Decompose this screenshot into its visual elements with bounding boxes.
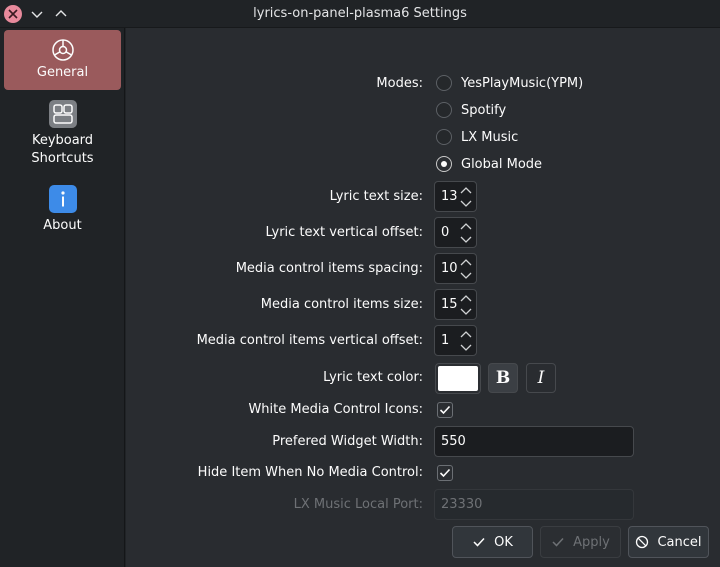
checkmark-icon bbox=[439, 468, 451, 478]
radio-button[interactable] bbox=[436, 156, 452, 172]
settings-panel: Modes: YesPlayMusic(YPM) Spotify LX Musi… bbox=[126, 28, 720, 567]
sidebar-item-general[interactable]: General bbox=[4, 30, 121, 90]
lyric-text-vertical-offset-spinbox[interactable]: 0 bbox=[434, 217, 477, 248]
prefered-widget-width-label: Prefered Widget Width: bbox=[272, 434, 423, 449]
lyric-text-color-button[interactable] bbox=[435, 363, 481, 394]
mode-radio-global-mode[interactable]: Global Mode bbox=[436, 156, 542, 172]
spin-arrows-icon[interactable] bbox=[460, 186, 472, 208]
hide-item-when-no-media-control-label: Hide Item When No Media Control: bbox=[197, 465, 423, 480]
modes-label: Modes: bbox=[376, 76, 423, 91]
bold-button[interactable]: B bbox=[488, 363, 518, 393]
sidebar: General Keyboard Shortcuts About bbox=[0, 28, 125, 567]
lx-music-local-port-input: 23330 bbox=[434, 489, 634, 520]
ok-button[interactable]: OK bbox=[452, 526, 533, 558]
radio-button[interactable] bbox=[436, 75, 452, 91]
media-control-items-vertical-offset-label: Media control items vertical offset: bbox=[196, 333, 423, 348]
lx-music-local-port-label: LX Music Local Port: bbox=[293, 497, 423, 512]
mode-radio-lx-music[interactable]: LX Music bbox=[436, 129, 518, 145]
spin-arrows-icon[interactable] bbox=[460, 222, 472, 244]
lyric-text-color-label: Lyric text color: bbox=[323, 370, 423, 385]
info-icon bbox=[48, 185, 77, 213]
radio-label: Spotify bbox=[461, 102, 507, 118]
sidebar-item-label: General bbox=[36, 65, 89, 80]
window-title: lyrics-on-panel-plasma6 Settings bbox=[253, 6, 467, 21]
checkmark-icon bbox=[439, 405, 451, 415]
mode-radio-yesplaymusic[interactable]: YesPlayMusic(YPM) bbox=[436, 75, 583, 91]
cancel-icon bbox=[636, 535, 649, 549]
spinbox-value: 13 bbox=[441, 189, 458, 204]
mode-radio-spotify[interactable]: Spotify bbox=[436, 102, 506, 118]
spinbox-value: 10 bbox=[441, 261, 458, 276]
keyboard-shortcuts-icon bbox=[48, 100, 77, 128]
lyric-text-size-spinbox[interactable]: 13 bbox=[434, 181, 477, 212]
lyric-text-size-label: Lyric text size: bbox=[329, 189, 423, 204]
spin-arrows-icon[interactable] bbox=[460, 294, 472, 316]
sidebar-item-keyboard-shortcuts[interactable]: Keyboard Shortcuts bbox=[4, 100, 121, 172]
cancel-label: Cancel bbox=[657, 534, 702, 550]
apply-label: Apply bbox=[573, 534, 610, 550]
sidebar-item-about[interactable]: About bbox=[4, 185, 121, 239]
media-control-items-size-spinbox[interactable]: 15 bbox=[434, 289, 477, 320]
radio-label: YesPlayMusic(YPM) bbox=[461, 75, 584, 91]
settings-gear-icon bbox=[49, 36, 77, 64]
checkmark-icon bbox=[552, 537, 564, 547]
radio-button[interactable] bbox=[436, 102, 452, 118]
spin-arrows-icon[interactable] bbox=[460, 330, 472, 352]
spinbox-value: 15 bbox=[441, 297, 458, 312]
hide-item-when-no-media-control-checkbox[interactable] bbox=[437, 465, 453, 481]
sidebar-item-label: Keyboard Shortcuts bbox=[31, 133, 94, 166]
spinbox-value: 1 bbox=[441, 333, 450, 348]
checkmark-icon bbox=[473, 537, 485, 547]
italic-button[interactable]: I bbox=[526, 363, 556, 393]
spinbox-value: 0 bbox=[441, 225, 450, 240]
cancel-button[interactable]: Cancel bbox=[628, 526, 709, 558]
apply-button: Apply bbox=[540, 526, 621, 558]
radio-label: LX Music bbox=[461, 129, 519, 145]
prefered-widget-width-input[interactable]: 550 bbox=[434, 426, 634, 457]
radio-label: Global Mode bbox=[461, 156, 543, 172]
sidebar-item-label: About bbox=[43, 218, 82, 233]
media-control-items-size-label: Media control items size: bbox=[260, 297, 423, 312]
white-media-control-icons-label: White Media Control Icons: bbox=[248, 402, 423, 417]
media-control-items-vertical-offset-spinbox[interactable]: 1 bbox=[434, 325, 477, 356]
color-swatch-fill bbox=[438, 366, 478, 391]
title-bar: lyrics-on-panel-plasma6 Settings bbox=[0, 0, 720, 28]
lyric-text-vertical-offset-label: Lyric text vertical offset: bbox=[265, 225, 423, 240]
radio-button[interactable] bbox=[436, 129, 452, 145]
ok-label: OK bbox=[494, 534, 513, 550]
spin-arrows-icon[interactable] bbox=[460, 258, 472, 280]
white-media-control-icons-checkbox[interactable] bbox=[437, 402, 453, 418]
media-control-items-spacing-spinbox[interactable]: 10 bbox=[434, 253, 477, 284]
media-control-items-spacing-label: Media control items spacing: bbox=[235, 261, 423, 276]
